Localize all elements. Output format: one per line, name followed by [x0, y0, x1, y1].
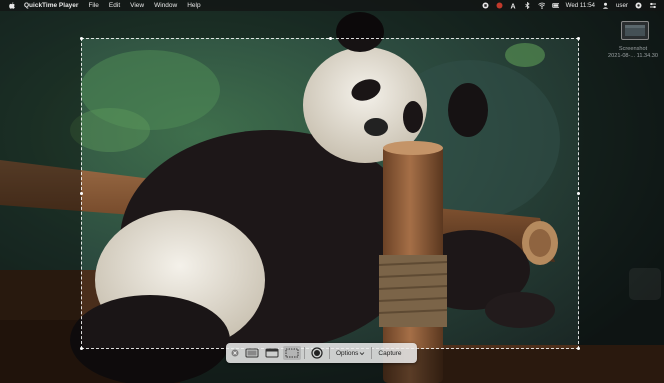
font-a-icon[interactable]: A: [510, 2, 517, 10]
record-icon[interactable]: [308, 346, 326, 360]
svg-text:A: A: [510, 4, 515, 10]
notification-app-icon[interactable]: [496, 2, 503, 9]
screenshot-name: Screenshot: [618, 46, 648, 52]
record-status-icon[interactable]: [482, 2, 489, 9]
bluetooth-icon[interactable]: [524, 2, 531, 9]
wifi-icon[interactable]: [537, 2, 545, 9]
control-center-icon[interactable]: [649, 2, 656, 9]
screenshot-toolbar: Options Capture: [226, 343, 417, 363]
app-name-menu[interactable]: QuickTime Player: [24, 2, 78, 9]
menu-edit[interactable]: Edit: [109, 2, 120, 9]
screenshot-date: 2021-08-... 11.34.30: [608, 53, 658, 59]
capture-selection-icon[interactable]: [283, 346, 301, 360]
capture-selection-area[interactable]: [81, 38, 579, 349]
capture-entire-screen-icon[interactable]: [243, 346, 261, 360]
menu-help[interactable]: Help: [187, 2, 200, 9]
menu-file[interactable]: File: [88, 2, 98, 9]
desktop-widget: [629, 268, 661, 300]
desktop: QuickTime Player File Edit View Window H…: [0, 0, 664, 383]
selection-handle-top-right[interactable]: [577, 37, 580, 40]
capture-button[interactable]: Capture: [375, 346, 404, 360]
selection-handle-right[interactable]: [577, 192, 580, 195]
selection-handle-top-left[interactable]: [80, 37, 83, 40]
chevron-down-icon: [360, 351, 365, 355]
apple-icon[interactable]: [8, 2, 15, 10]
selection-handle-left[interactable]: [80, 192, 83, 195]
capture-window-icon[interactable]: [263, 346, 281, 360]
screenshot-thumbnail-label[interactable]: Screenshot 2021-08-... 11.34.30: [604, 46, 662, 60]
selection-handle-bottom-right[interactable]: [577, 347, 580, 350]
options-button[interactable]: Options: [333, 346, 368, 360]
menu-window[interactable]: Window: [154, 2, 177, 9]
screenshot-thumbnail[interactable]: [621, 21, 649, 40]
options-label: Options: [336, 349, 359, 357]
menu-bar-clock[interactable]: Wed 11:54: [566, 2, 595, 9]
toolbar-separator: [329, 347, 330, 359]
toolbar-separator: [371, 347, 373, 359]
menu-bar-user[interactable]: user: [616, 2, 628, 9]
selection-handle-bottom-left[interactable]: [80, 347, 83, 350]
user-icon[interactable]: [602, 2, 609, 9]
settings-icon[interactable]: [635, 2, 642, 9]
close-icon[interactable]: [229, 346, 241, 360]
menu-bar-status-area: A Wed 11:54 user: [482, 0, 656, 11]
menu-view[interactable]: View: [130, 2, 144, 9]
menu-bar: QuickTime Player File Edit View Window H…: [0, 0, 664, 11]
toolbar-separator: [304, 347, 305, 359]
battery-icon[interactable]: [551, 2, 559, 9]
selection-handle-top[interactable]: [329, 37, 332, 40]
